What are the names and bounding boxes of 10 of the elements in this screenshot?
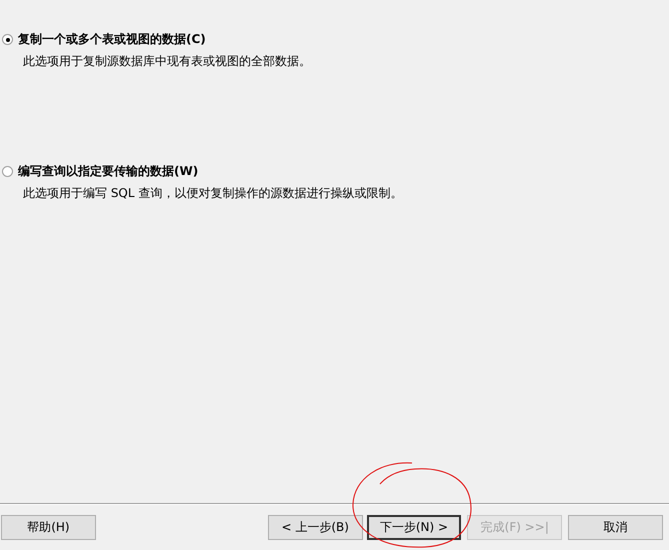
option-label[interactable]: 复制一个或多个表或视图的数据(C) [18,31,206,48]
radio-button[interactable] [2,166,13,177]
option-description: 此选项用于编写 SQL 查询，以便对复制操作的源数据进行操纵或限制。 [22,185,404,202]
cancel-button[interactable]: 取消 [568,514,663,540]
option-label[interactable]: 编写查询以指定要传输的数据(W) [18,163,198,180]
wizard-button[interactable]: 下一步(N) > [366,514,462,540]
help-button[interactable]: 帮助(H) [1,514,96,540]
wizard-button[interactable]: < 上一步(B) [268,514,363,540]
radio-button[interactable] [2,34,13,45]
option-description: 此选项用于复制源数据库中现有表或视图的全部数据。 [22,53,312,70]
